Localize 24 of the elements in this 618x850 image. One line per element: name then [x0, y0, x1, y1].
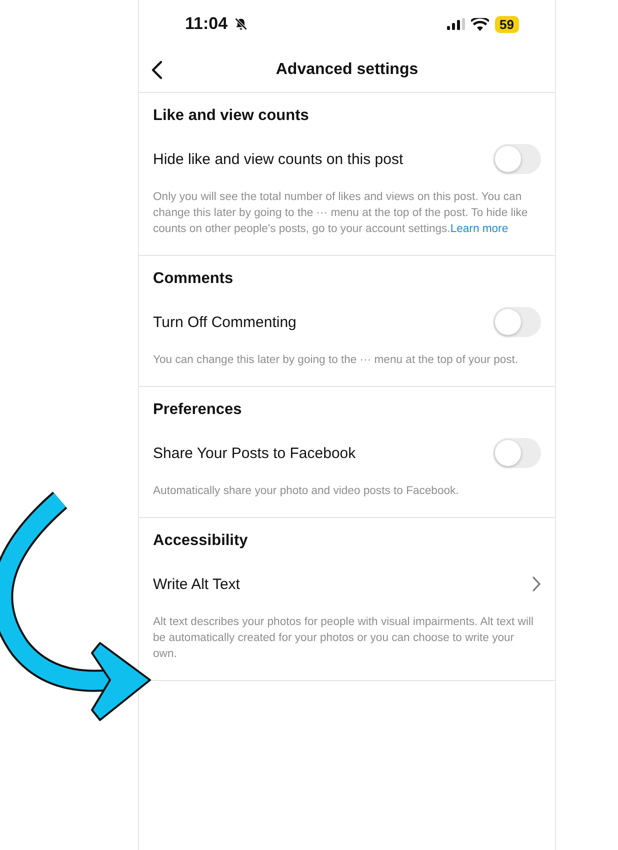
toggle-switch[interactable]: [493, 438, 541, 468]
section-description: Automatically share your photo and video posts to Facebook.: [153, 484, 460, 499]
signal-icon: [446, 18, 465, 30]
section-heading: Preferences: [153, 401, 243, 419]
setting-label[interactable]: Hide like and view counts on this post: [153, 150, 404, 168]
toggle-switch[interactable]: [493, 307, 541, 337]
wifi-icon: [470, 18, 489, 30]
toggle-switch[interactable]: [493, 144, 541, 174]
battery-icon: 59: [494, 16, 519, 32]
section-description: Alt text describes your photos for people with visual impairments. Alt text will be automatically created for your photos or you can choose to write your own.: [153, 615, 534, 662]
page-title: Advanced settings: [276, 61, 418, 79]
section-description: Only you will see the total number of likes and views on this post. You can change this later by going to the ··· menu at the top of the post. To hide like counts on other people's posts, go to your account settings.Learn more: [153, 190, 529, 237]
setting-label[interactable]: Turn Off Commenting: [153, 314, 296, 330]
section-description: You can change this later by going to the ··· menu at the top of your post.: [153, 353, 520, 368]
chevron-icon: [532, 576, 541, 592]
section-heading: Accessibility: [153, 532, 249, 550]
setting-label[interactable]: Share Your Posts to Facebook: [153, 444, 356, 462]
back-icon[interactable]: [151, 60, 163, 80]
setting-label[interactable]: Write Alt Text: [153, 576, 240, 592]
muted-bell-icon: [234, 17, 248, 31]
learn-more-link[interactable]: Learn more: [450, 223, 508, 235]
section-heading: Like and view counts: [153, 107, 310, 125]
status-time: 11:04: [185, 14, 228, 34]
section-heading: Comments: [153, 270, 234, 288]
